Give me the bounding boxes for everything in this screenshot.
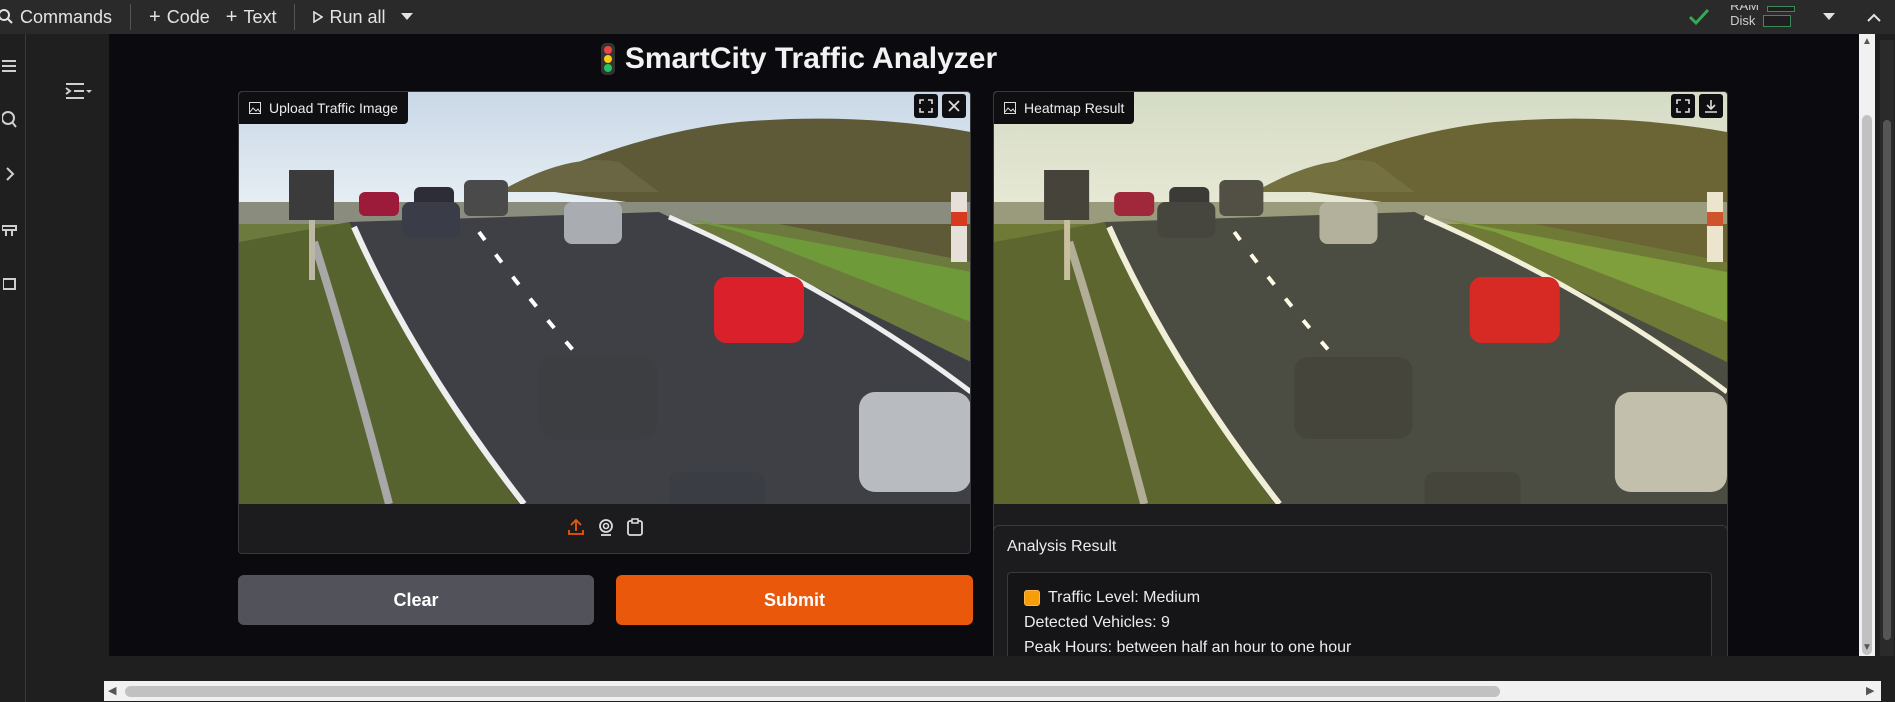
output-actions-icon[interactable]: [64, 80, 92, 104]
app-header: SmartCity Traffic Analyzer: [109, 34, 1489, 84]
resource-monitor[interactable]: RAM Disk: [1730, 5, 1795, 29]
cell-output: SmartCity Traffic Analyzer Upload Traffi…: [109, 34, 1859, 656]
upload-file-button[interactable]: [567, 518, 585, 541]
download-button[interactable]: [1699, 94, 1723, 118]
heatmap-image: [994, 92, 1727, 504]
vertical-scrollbar-thumb[interactable]: [1862, 115, 1872, 655]
page-title: SmartCity Traffic Analyzer: [624, 42, 998, 75]
text-label: Text: [243, 6, 277, 27]
webcam-icon: [599, 518, 613, 536]
plus-icon: +: [149, 5, 161, 28]
ram-label: RAM: [1730, 5, 1759, 13]
image-icon: [1004, 102, 1016, 114]
collapse-button[interactable]: [1859, 0, 1889, 34]
clipboard-button[interactable]: [627, 517, 643, 541]
runtime-dropdown[interactable]: [1815, 0, 1843, 34]
peak-hours: Peak Hours: between half an hour to one …: [1024, 639, 1352, 656]
fullscreen-button[interactable]: [1671, 94, 1695, 118]
traffic-light-icon: [600, 43, 615, 75]
expand-icon: [1676, 99, 1690, 113]
scroll-down-arrow[interactable]: ▼: [1862, 642, 1872, 653]
remove-image-button[interactable]: [942, 94, 966, 118]
play-icon: [313, 11, 324, 23]
upload-image-panel[interactable]: Upload Traffic Image: [238, 91, 971, 554]
commands-button[interactable]: Commands: [0, 0, 120, 34]
run-options-dropdown[interactable]: [393, 0, 421, 34]
expand-icon: [919, 99, 933, 113]
commands-label: Commands: [20, 6, 113, 27]
notebook-footer-gap: [27, 656, 1895, 681]
outer-scrollbar-thumb[interactable]: [1883, 120, 1891, 640]
detected-vehicles: Detected Vehicles: 9: [1024, 614, 1170, 631]
find-icon[interactable]: [0, 108, 20, 132]
upload-icon: [568, 518, 584, 535]
disk-bar: [1763, 15, 1792, 27]
heatmap-result-panel: Heatmap Result: [993, 91, 1728, 539]
upload-panel-label-text: Upload Traffic Image: [269, 100, 398, 116]
notebook-toolbar: Commands + Code + Text Run all RAM Disk: [0, 0, 1895, 34]
search-icon: [0, 9, 13, 24]
close-icon: [948, 100, 960, 112]
upload-panel-tools: [914, 94, 966, 118]
download-icon: [1705, 100, 1717, 113]
code-snippets-icon[interactable]: [0, 162, 20, 186]
submit-button[interactable]: Submit: [616, 575, 973, 625]
heatmap-panel-label: Heatmap Result: [994, 92, 1135, 124]
traffic-level: Traffic Level: Medium: [1048, 589, 1201, 606]
disk-label: Disk: [1730, 13, 1756, 28]
traffic-level-row: Traffic Level: Medium: [1024, 585, 1695, 610]
chevron-up-icon: [1867, 13, 1881, 22]
heatmap-panel-label-text: Heatmap Result: [1024, 100, 1125, 116]
add-code-button[interactable]: + Code: [141, 0, 218, 34]
horizontal-scrollbar-thumb[interactable]: [125, 686, 1500, 697]
orange-square-icon: [1024, 589, 1040, 606]
caret-down-icon: [401, 13, 414, 20]
scroll-up-arrow[interactable]: ▲: [1862, 36, 1872, 47]
upload-source-bar: [239, 504, 970, 553]
clear-button[interactable]: Clear: [238, 575, 594, 625]
scroll-right-arrow[interactable]: ▶: [1866, 684, 1874, 697]
plus-icon: +: [225, 5, 238, 28]
folder-icon[interactable]: [0, 272, 20, 296]
run-all-label: Run all: [329, 6, 386, 27]
caret-down-icon: [1823, 13, 1835, 20]
code-label: Code: [166, 6, 210, 27]
cell-gutter: [27, 34, 109, 656]
outer-vertical-scrollbar[interactable]: [1880, 40, 1894, 660]
scroll-left-arrow[interactable]: ◀: [108, 684, 116, 697]
menu-icon[interactable]: [0, 54, 20, 78]
run-all-button[interactable]: Run all: [305, 0, 393, 34]
analysis-result-text: Traffic Level: Medium Detected Vehicles:…: [1007, 572, 1712, 656]
ram-bar: [1767, 6, 1795, 12]
upload-panel-label: Upload Traffic Image: [239, 92, 408, 124]
toolbar-divider: [130, 4, 132, 30]
clipboard-icon: [627, 517, 643, 536]
analysis-result-panel: Analysis Result Traffic Level: Medium De…: [993, 525, 1728, 656]
toolbar-divider: [294, 4, 296, 30]
runtime-status: RAM Disk: [1688, 0, 1895, 34]
check-icon: [1689, 8, 1710, 26]
secrets-key-icon[interactable]: [0, 218, 20, 242]
heatmap-panel-tools: [1671, 94, 1723, 118]
left-rail: [0, 34, 26, 702]
analysis-result-title: Analysis Result: [1007, 538, 1117, 555]
traffic-image: [239, 92, 970, 504]
add-text-button[interactable]: + Text: [218, 0, 285, 34]
webcam-button[interactable]: [597, 518, 615, 541]
fullscreen-button[interactable]: [914, 94, 938, 118]
image-icon: [249, 102, 261, 114]
